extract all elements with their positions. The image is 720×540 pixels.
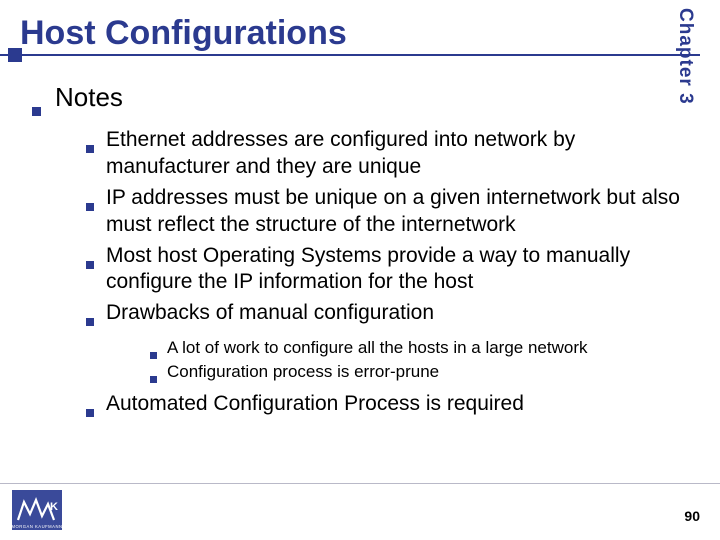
square-bullet-icon xyxy=(86,145,94,153)
lvl2-text: IP addresses must be unique on a given i… xyxy=(106,185,680,239)
list-item: IP addresses must be unique on a given i… xyxy=(86,185,680,239)
square-bullet-icon xyxy=(150,376,157,383)
lvl3-text: Configuration process is error-prune xyxy=(167,361,439,383)
slide-title: Host Configurations xyxy=(20,14,648,59)
list-item: A lot of work to configure all the hosts… xyxy=(150,337,680,359)
content-area: Notes Ethernet addresses are configured … xyxy=(32,82,680,422)
list-item: Notes xyxy=(32,82,680,113)
list-item: Configuration process is error-prune xyxy=(150,361,680,383)
svg-text:K: K xyxy=(50,501,58,513)
title-accent-square-icon xyxy=(8,48,22,62)
square-bullet-icon xyxy=(86,318,94,326)
square-bullet-icon xyxy=(150,352,157,359)
lvl2-text: Automated Configuration Process is requi… xyxy=(106,391,524,418)
square-bullet-icon xyxy=(86,203,94,211)
publisher-logo: MORGAN KAUFMANN K xyxy=(12,490,62,530)
square-bullet-icon xyxy=(86,261,94,269)
page-number: 90 xyxy=(684,508,700,524)
svg-text:MORGAN KAUFMANN: MORGAN KAUFMANN xyxy=(12,524,62,529)
lvl2-text: Drawbacks of manual configuration xyxy=(106,300,434,327)
footer-rule xyxy=(0,483,720,484)
title-bar: Host Configurations xyxy=(20,14,648,59)
lvl2-text: Ethernet addresses are configured into n… xyxy=(106,127,680,181)
list-item: Most host Operating Systems provide a wa… xyxy=(86,243,680,297)
lvl1-label: Notes xyxy=(55,82,123,113)
list-item: Automated Configuration Process is requi… xyxy=(86,391,680,418)
square-bullet-icon xyxy=(86,409,94,417)
list-item: Drawbacks of manual configuration xyxy=(86,300,680,327)
title-rule xyxy=(0,54,700,56)
lvl3-text: A lot of work to configure all the hosts… xyxy=(167,337,588,359)
slide: Chapter 3 Host Configurations Notes Ethe… xyxy=(0,0,720,540)
square-bullet-icon xyxy=(32,107,41,116)
list-item: Ethernet addresses are configured into n… xyxy=(86,127,680,181)
lvl2-text: Most host Operating Systems provide a wa… xyxy=(106,243,680,297)
